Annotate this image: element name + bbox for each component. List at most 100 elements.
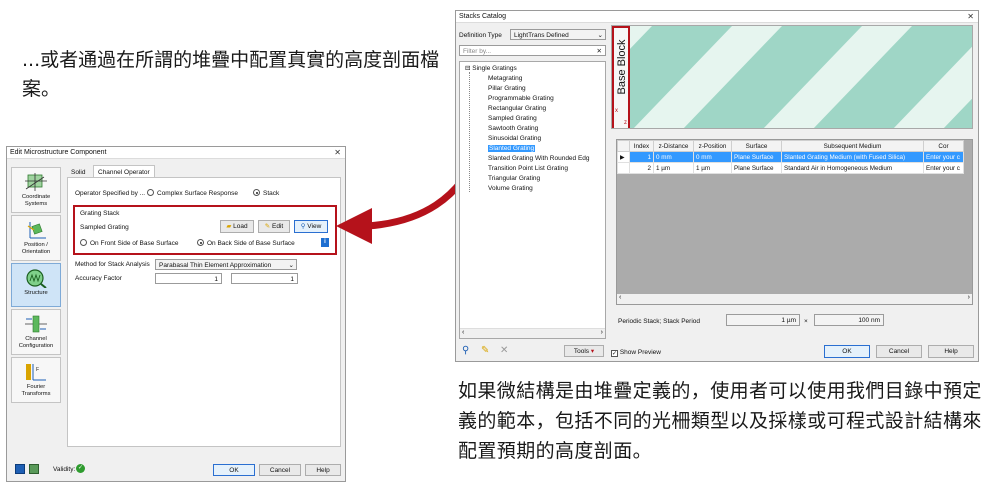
option-label: On Front Side of Base Surface <box>90 240 179 247</box>
tree-item[interactable]: Triangular Grating <box>488 174 540 183</box>
table-cell[interactable]: 0 mm <box>653 151 694 163</box>
option-label: Complex Surface Response <box>157 190 238 197</box>
show-preview-toggle[interactable]: ✓ Show Preview <box>611 348 661 357</box>
chevron-down-icon: ⌄ <box>597 32 603 39</box>
tree-item[interactable]: Rectangular Grating <box>488 104 546 113</box>
tree-item[interactable]: Volume Grating <box>488 184 533 193</box>
filter-input[interactable]: Filter by... ✕ <box>459 45 606 56</box>
clear-filter-icon[interactable]: ✕ <box>597 46 602 57</box>
delete-icon[interactable]: ✕ <box>499 344 512 357</box>
search-icon[interactable]: ⚲ <box>461 344 474 357</box>
column-header[interactable]: Cor <box>923 140 964 152</box>
column-header[interactable]: z-Position <box>693 140 732 152</box>
tree-item[interactable]: Metagrating <box>488 74 522 83</box>
table-cell[interactable]: Enter your c <box>923 162 964 174</box>
table-cell[interactable]: 0 mm <box>693 151 732 163</box>
row-marker-icon <box>617 162 630 174</box>
tree-item[interactable]: Pillar Grating <box>488 84 526 93</box>
stack-name: Sampled Grating <box>80 224 129 231</box>
structure-icon <box>26 269 47 288</box>
save-icon[interactable] <box>15 464 25 474</box>
table-cell[interactable]: 2 <box>629 162 654 174</box>
ok-button[interactable]: OK <box>213 464 255 476</box>
chevron-right-icon[interactable]: › <box>601 329 603 336</box>
catalog-icon[interactable] <box>29 464 39 474</box>
help-button[interactable]: Help <box>928 345 974 358</box>
table-cell[interactable]: 1 µm <box>653 162 694 174</box>
fourier-transforms-icon: F <box>26 364 46 381</box>
tree-item[interactable]: Sampled Grating <box>488 114 537 123</box>
side-option-front[interactable]: On Front Side of Base Surface <box>80 239 179 248</box>
edit-label: Edit <box>272 223 284 230</box>
tab-solid[interactable]: Solid <box>71 168 85 177</box>
load-button[interactable]: ▰ Load <box>220 220 254 233</box>
table-cell[interactable]: 1 <box>629 151 654 163</box>
chevron-right-icon[interactable]: › <box>968 294 970 301</box>
sidebar-item-channel-configuration[interactable]: Channel Configuration <box>11 309 61 355</box>
accuracy-input-2[interactable]: 1 <box>231 273 298 284</box>
table-cell[interactable]: Enter your c <box>923 151 964 163</box>
tree-item[interactable]: Sinusoidal Grating <box>488 134 541 143</box>
table-cell[interactable]: 1 µm <box>693 162 732 174</box>
table-cell[interactable]: Plane Surface <box>731 151 782 163</box>
table-row[interactable]: 2 1 µm 1 µm Plane Surface Standard Air i… <box>617 162 964 174</box>
radio-back-side[interactable] <box>197 239 204 246</box>
table-cell[interactable]: Plane Surface <box>731 162 782 174</box>
sidebar-item-coordinate-systems[interactable]: Coordinate Systems <box>11 167 61 213</box>
tree-root-single-gratings[interactable]: ⊟ Single Gratings <box>465 64 517 73</box>
tree-horizontal-scrollbar[interactable]: ‹ › <box>460 328 605 338</box>
method-select[interactable]: Parabasal Thin Element Approximation ⌄ <box>155 259 297 270</box>
view-button[interactable]: ⚲ View <box>294 220 328 233</box>
chevron-left-icon[interactable]: ‹ <box>619 294 621 301</box>
tree-item[interactable]: Programmable Grating <box>488 94 554 103</box>
tree-item[interactable]: Transition Point List Grating <box>488 164 568 173</box>
close-icon[interactable]: ✕ <box>967 11 974 23</box>
period-x-field[interactable]: 1 µm <box>726 314 800 326</box>
tree-item[interactable]: Slanted Grating With Rounded Edg <box>488 154 590 163</box>
accuracy-input-1[interactable]: 1 <box>155 273 222 284</box>
table-horizontal-scrollbar[interactable]: ‹ › <box>617 294 972 304</box>
chevron-left-icon[interactable]: ‹ <box>462 329 464 336</box>
info-icon[interactable]: i <box>321 238 329 247</box>
column-header[interactable]: Subsequent Medium <box>781 140 924 152</box>
table-cell[interactable]: Standard Air in Homogeneous Medium <box>781 162 924 174</box>
radio-stack[interactable] <box>253 189 260 196</box>
table-header-row: Index z-Distance z-Position Surface Subs… <box>617 140 964 152</box>
sidebar-item-structure[interactable]: Structure <box>11 263 61 307</box>
tree-item-selected[interactable]: Slanted Grating <box>488 144 536 153</box>
sidebar-item-fourier-transforms[interactable]: F Fourier Transforms <box>11 357 61 403</box>
operator-option-stack[interactable]: Stack <box>253 189 279 198</box>
pencil-icon[interactable]: ✎ <box>480 344 493 357</box>
row-marker-icon: ▶ <box>617 151 630 163</box>
radio-complex-surface[interactable] <box>147 189 154 196</box>
ok-button[interactable]: OK <box>824 345 870 358</box>
side-option-back[interactable]: On Back Side of Base Surface <box>197 239 295 248</box>
tree-item[interactable]: Sawtooth Grating <box>488 124 538 133</box>
table-row[interactable]: ▶ 1 0 mm 0 mm Plane Surface Slanted Grat… <box>617 151 964 163</box>
tree-connector-line <box>469 72 470 192</box>
catalog-title: Stacks Catalog <box>459 13 507 20</box>
radio-front-side[interactable] <box>80 239 87 246</box>
cancel-button[interactable]: Cancel <box>876 345 922 358</box>
edit-dialog-titlebar: Edit Microstructure Component ✕ <box>7 147 345 159</box>
checkbox-checked-icon[interactable]: ✓ <box>611 350 618 357</box>
edit-button[interactable]: ✎ Edit <box>258 220 290 233</box>
periodic-stack-label: Periodic Stack; Stack Period <box>618 318 701 325</box>
tree-root-label: Single Gratings <box>472 65 517 72</box>
cancel-button[interactable]: Cancel <box>259 464 301 476</box>
sidebar-item-position-orientation[interactable]: Position / Orientation <box>11 215 61 261</box>
bottom-caption: 如果微結構是由堆疊定義的，使用者可以使用我們目錄中預定義的範本，包括不同的光柵類… <box>458 380 982 462</box>
period-y-field[interactable]: 100 nm <box>814 314 884 326</box>
tools-button[interactable]: Tools ▾ <box>564 345 604 357</box>
folder-icon: ▰ <box>226 223 232 230</box>
tools-icon: ▾ <box>590 348 595 355</box>
grating-stack-title: Grating Stack <box>80 210 120 217</box>
definition-type-select[interactable]: LightTrans Defined ⌄ <box>510 29 606 40</box>
operator-option-complex[interactable]: Complex Surface Response <box>147 189 238 198</box>
table-cell[interactable]: Slanted Grating Medium (with Fused Silic… <box>781 151 924 163</box>
pencil-icon: ✎ <box>264 223 271 230</box>
help-button[interactable]: Help <box>305 464 341 476</box>
column-header[interactable]: Index <box>629 140 654 152</box>
column-header[interactable]: z-Distance <box>653 140 694 152</box>
column-header[interactable]: Surface <box>731 140 782 152</box>
